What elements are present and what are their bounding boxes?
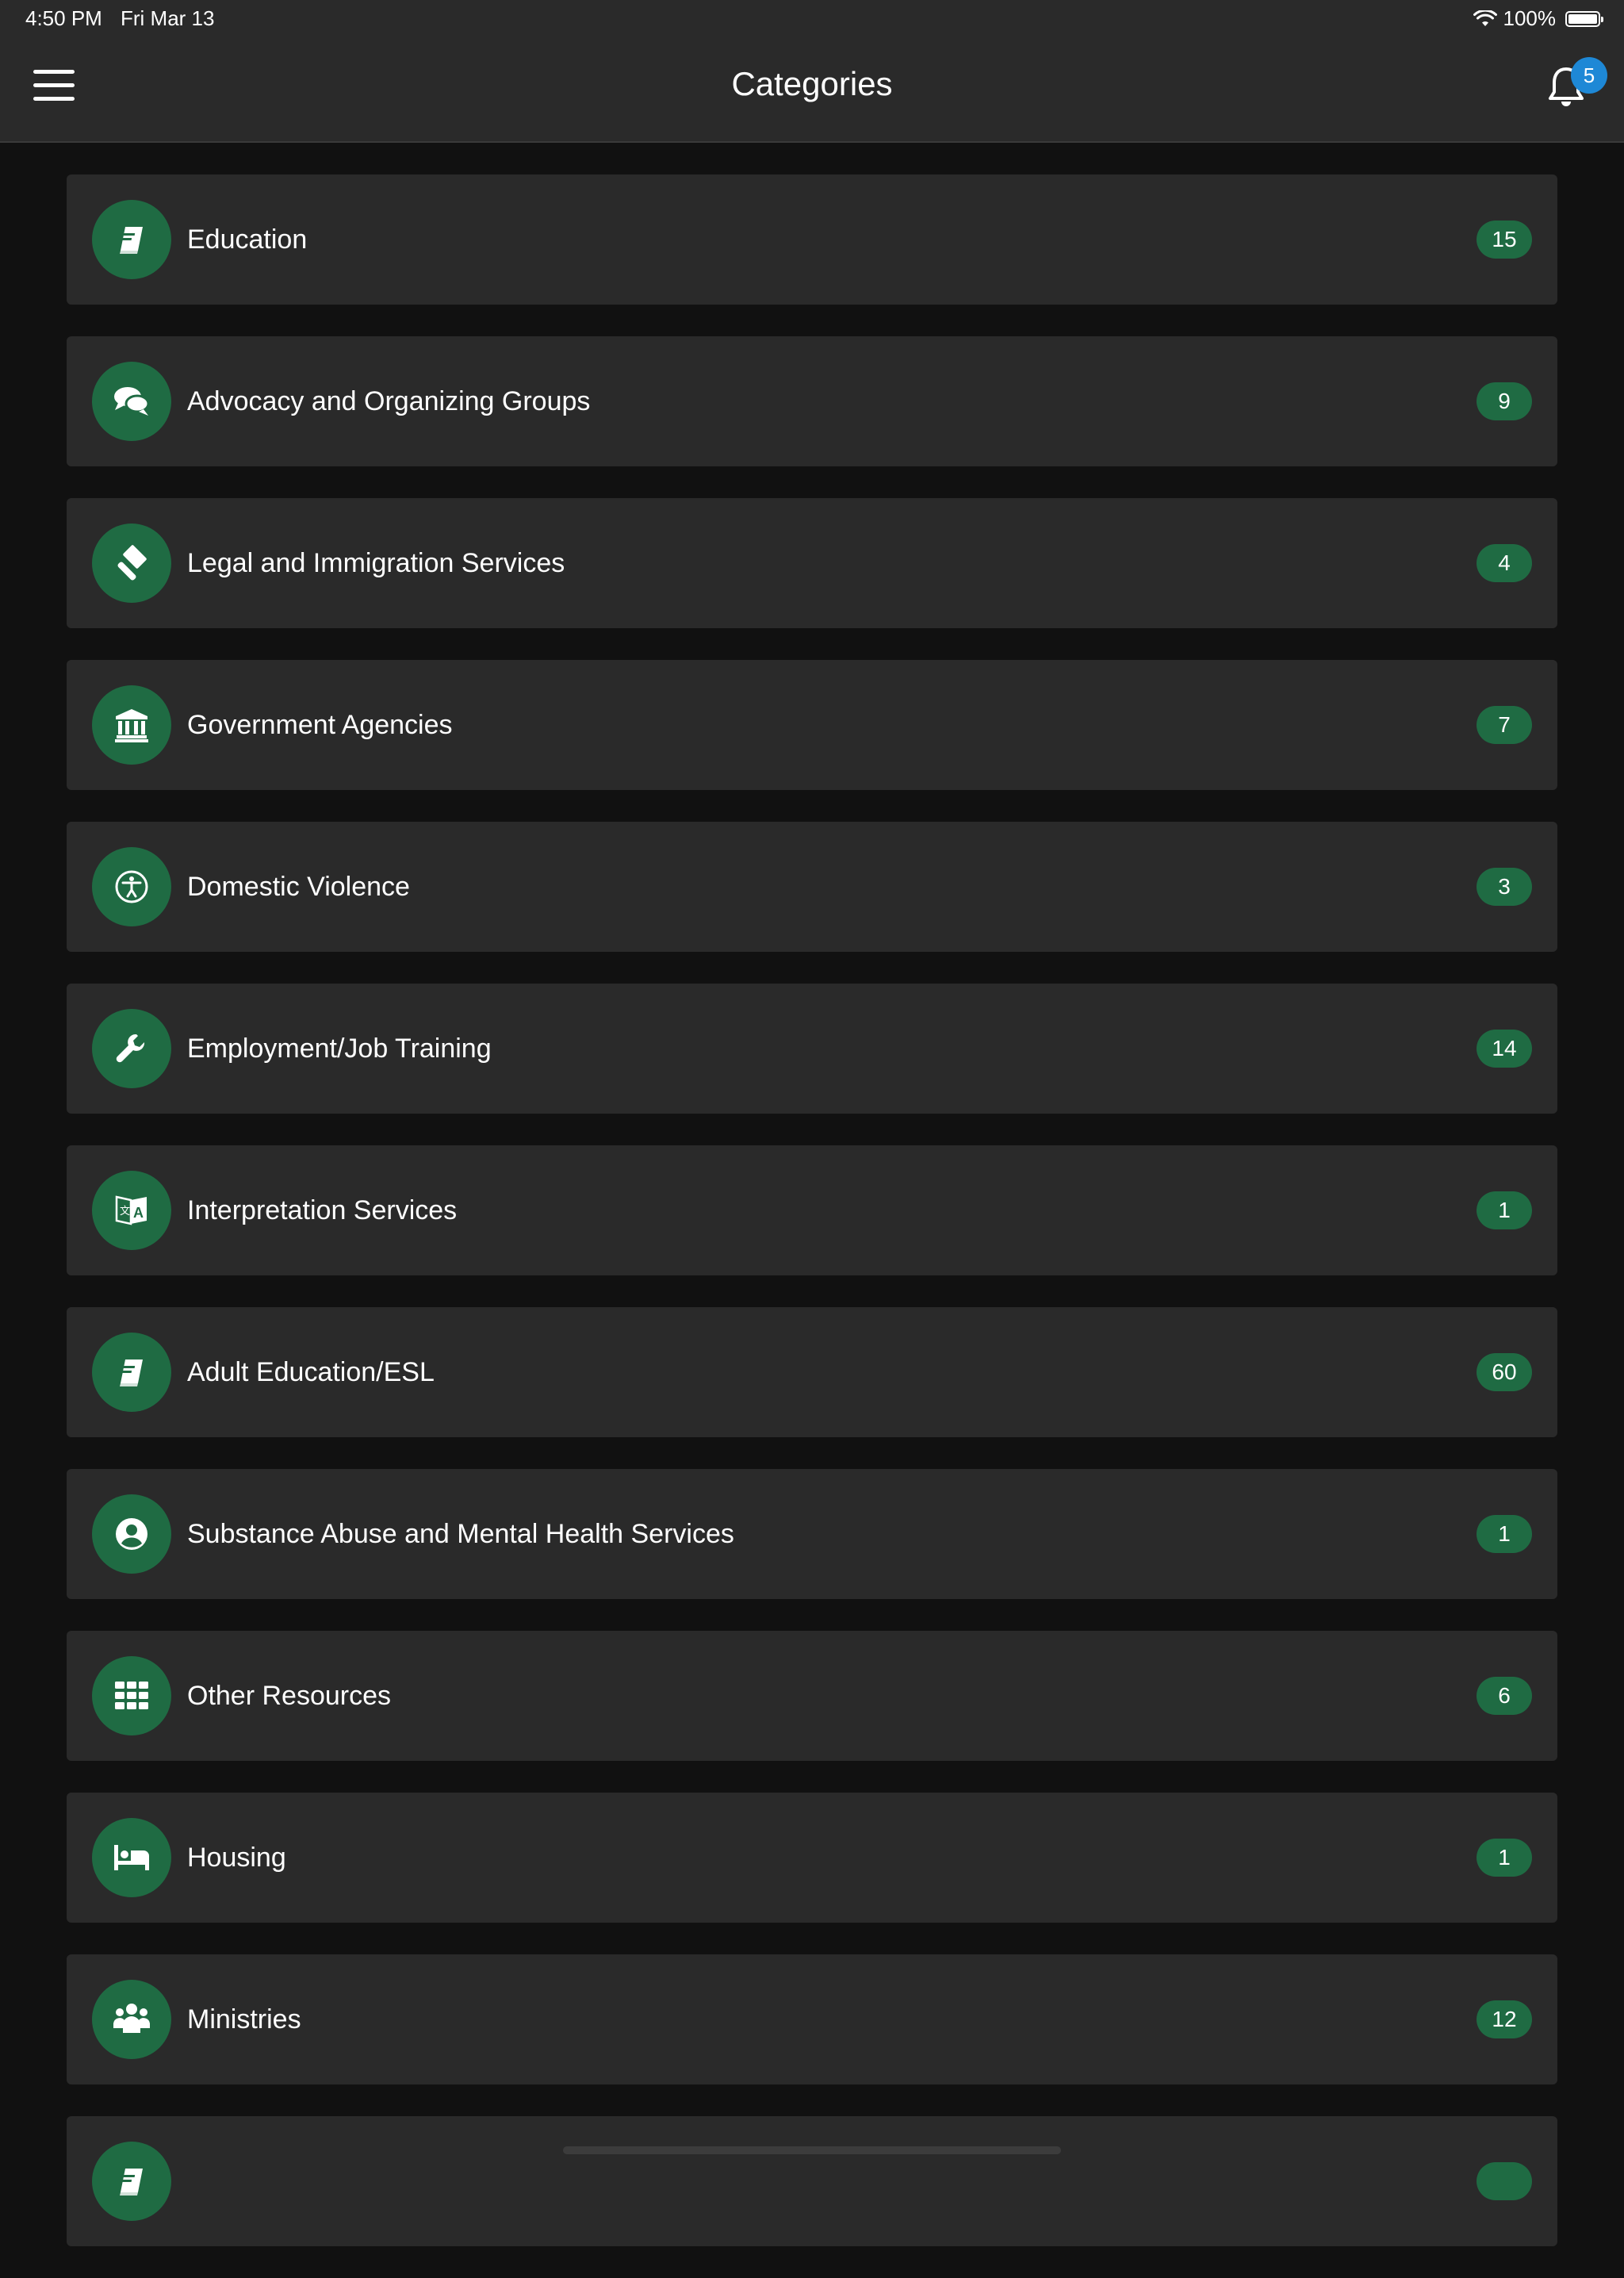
count-badge: 1: [1477, 1839, 1532, 1877]
language-icon: A文: [92, 1171, 171, 1250]
category-label: Education: [187, 224, 308, 255]
status-time: 4:50 PM: [25, 6, 102, 30]
category-label: Adult Education/ESL: [187, 1357, 435, 1387]
count-badge: 3: [1477, 868, 1532, 906]
government-building-icon: [92, 685, 171, 765]
category-label: Government Agencies: [187, 710, 453, 740]
svg-text:文: 文: [120, 1205, 130, 1217]
category-label: Domestic Violence: [187, 872, 410, 902]
count-badge: 60: [1477, 1353, 1532, 1391]
universal-access-icon: [92, 847, 171, 926]
navigation-bar: Categories 5: [0, 36, 1624, 143]
book-icon: [92, 1333, 171, 1412]
category-card[interactable]: Employment/Job Training 14: [67, 984, 1557, 1114]
count-badge: 7: [1477, 706, 1532, 744]
chat-bubbles-icon: [92, 362, 171, 441]
category-card[interactable]: Domestic Violence 3: [67, 822, 1557, 952]
category-card[interactable]: Substance Abuse and Mental Health Servic…: [67, 1469, 1557, 1599]
bed-icon: [92, 1818, 171, 1897]
count-badge: 6: [1477, 1677, 1532, 1715]
category-label: Advocacy and Organizing Groups: [187, 386, 591, 416]
category-card[interactable]: Legal and Immigration Services 4: [67, 498, 1557, 628]
user-circle-icon: [92, 1494, 171, 1574]
count-badge: 12: [1477, 2000, 1532, 2038]
category-label: Housing: [187, 1843, 286, 1873]
gavel-icon: [92, 523, 171, 603]
category-label: Employment/Job Training: [187, 1034, 492, 1064]
count-badge: 1: [1477, 1515, 1532, 1553]
count-badge: [1477, 2162, 1532, 2200]
category-list: Education 15 Advocacy and Organizing Group…: [67, 174, 1557, 2278]
count-badge: 14: [1477, 1030, 1532, 1068]
category-card[interactable]: Ministries 12: [67, 1954, 1557, 2084]
battery-icon: [1565, 10, 1603, 27]
count-badge: 15: [1477, 221, 1532, 259]
count-badge: 4: [1477, 544, 1532, 582]
battery-level: [1568, 13, 1597, 24]
category-label: Legal and Immigration Services: [187, 548, 565, 578]
category-label: Substance Abuse and Mental Health Servic…: [187, 1519, 734, 1549]
category-card[interactable]: Other Resources 6: [67, 1631, 1557, 1761]
category-card[interactable]: [67, 2116, 1557, 2246]
notifications-button[interactable]: 5: [1545, 57, 1608, 122]
category-label: Other Resources: [187, 1681, 391, 1711]
book-icon: [92, 2142, 171, 2221]
category-card[interactable]: Advocacy and Organizing Groups 9: [67, 336, 1557, 466]
notification-badge: 5: [1571, 57, 1607, 94]
category-card[interactable]: A 文 Interpretation Services 1: [67, 1145, 1557, 1275]
people-group-icon: [92, 1980, 171, 2059]
category-card[interactable]: Government Agencies 7: [67, 660, 1557, 790]
book-icon: [92, 200, 171, 279]
count-badge: 1: [1477, 1191, 1532, 1229]
category-card[interactable]: Education 15: [67, 174, 1557, 305]
category-card[interactable]: Housing 1: [67, 1793, 1557, 1923]
category-label: Ministries: [187, 2004, 301, 2034]
category-label: Interpretation Services: [187, 1195, 458, 1225]
category-card[interactable]: Adult Education/ESL 60: [67, 1307, 1557, 1437]
status-bar: 4:50 PM Fri Mar 13 100%: [0, 0, 1624, 36]
svg-text:A: A: [133, 1205, 144, 1221]
wifi-icon: [1473, 10, 1497, 26]
wrench-icon: [92, 1009, 171, 1088]
count-badge: 9: [1477, 382, 1532, 420]
status-date: Fri Mar 13: [121, 6, 215, 30]
status-indicators: 100%: [1473, 6, 1603, 31]
page-title: Categories: [731, 65, 893, 102]
home-indicator: [563, 2146, 1061, 2154]
grid-icon: [92, 1656, 171, 1735]
battery-percent: 100%: [1503, 6, 1557, 30]
